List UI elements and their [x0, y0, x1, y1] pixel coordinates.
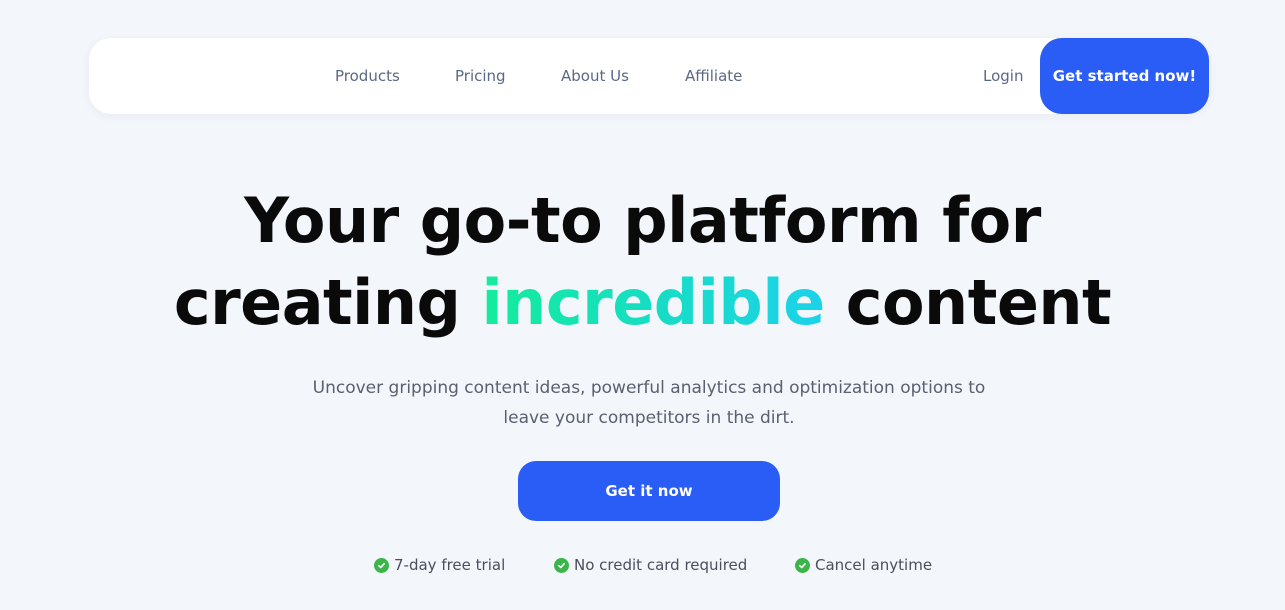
- hero-title-highlight: incredible: [481, 266, 826, 339]
- feature-item: Cancel anytime: [795, 556, 932, 574]
- hero-title-line2-after: content: [824, 266, 1112, 339]
- hero-title-line2-before: creating: [173, 266, 482, 339]
- feature-label: No credit card required: [574, 556, 748, 574]
- feature-label: Cancel anytime: [815, 556, 933, 574]
- feature-list: 7-day free trial No credit card required…: [0, 556, 1285, 576]
- nav-link-products[interactable]: Products: [335, 67, 400, 85]
- feature-item: 7-day free trial: [374, 556, 505, 574]
- nav-link-pricing[interactable]: Pricing: [455, 67, 506, 85]
- feature-label: 7-day free trial: [394, 556, 506, 574]
- get-it-now-button[interactable]: Get it now: [518, 461, 780, 521]
- hero-title-line1: Your go-to platform for: [244, 184, 1041, 257]
- check-circle-icon: [795, 557, 810, 573]
- hero-subtitle: Uncover gripping content ideas, powerful…: [312, 378, 986, 428]
- navbar: Products Pricing About Us Affiliate Logi…: [89, 38, 1209, 114]
- check-circle-icon: [554, 557, 569, 573]
- nav-link-about-us[interactable]: About Us: [561, 67, 629, 85]
- login-link[interactable]: Login: [983, 67, 1023, 85]
- feature-item: No credit card required: [554, 556, 747, 574]
- check-circle-icon: [374, 557, 389, 573]
- hero-title: Your go-to platform for creating incredi…: [0, 180, 1285, 344]
- get-started-button[interactable]: Get started now!: [1040, 38, 1209, 114]
- nav-link-affiliate[interactable]: Affiliate: [685, 67, 742, 85]
